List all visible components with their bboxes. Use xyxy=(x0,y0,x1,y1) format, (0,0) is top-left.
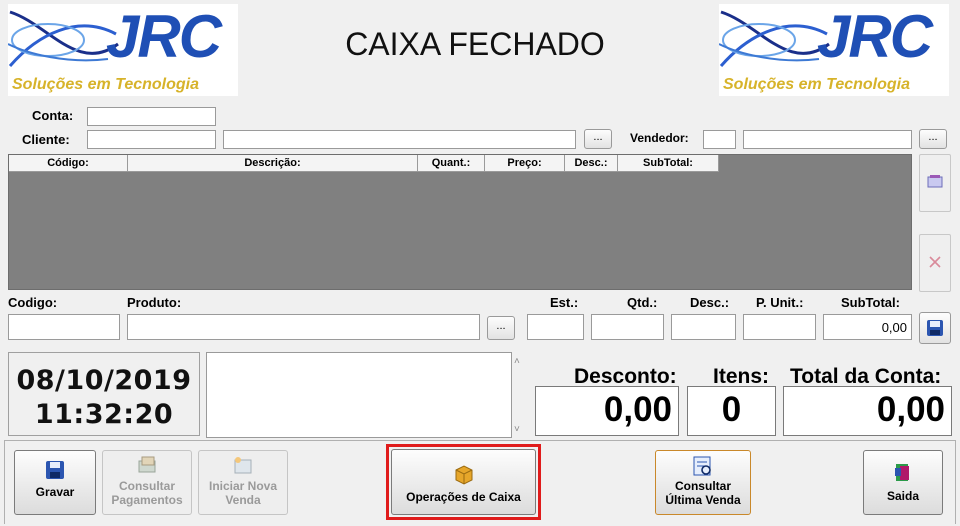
close-icon xyxy=(929,256,941,268)
cliente-lookup-button[interactable]: ... xyxy=(584,129,612,149)
col-codigo[interactable]: Código: xyxy=(9,155,128,172)
consultar-pagamentos-label-1: Consultar xyxy=(118,479,175,493)
subtotal-label: SubTotal: xyxy=(841,295,900,310)
qtd-input[interactable] xyxy=(591,314,664,340)
subtotal-input[interactable]: 0,00 xyxy=(823,314,912,340)
cliente-code-input[interactable] xyxy=(87,130,216,149)
save-item-button[interactable] xyxy=(919,312,951,344)
produto-label: Produto: xyxy=(127,295,182,310)
itens-value: 0 xyxy=(687,386,776,436)
vendedor-name-input[interactable] xyxy=(743,130,912,149)
gravar-label: Gravar xyxy=(35,485,75,499)
consultar-ultima-venda-button[interactable]: Consultar Última Venda xyxy=(655,450,751,515)
qtd-label: Qtd.: xyxy=(627,295,658,310)
saida-button[interactable]: Saida xyxy=(863,450,943,515)
gravar-button[interactable]: Gravar xyxy=(14,450,96,515)
produto-input[interactable] xyxy=(127,314,480,340)
cliente-label: Cliente: xyxy=(22,132,70,147)
payments-icon xyxy=(138,456,156,473)
cashier-status-title: CAIXA FECHADO xyxy=(345,26,605,62)
datetime-panel: 08/10/2019 11:32:20 xyxy=(8,352,200,436)
punit-input[interactable] xyxy=(743,314,816,340)
scroll-up-icon[interactable]: ˄ xyxy=(514,356,520,367)
estoque-label: Est.: xyxy=(550,295,579,310)
vendedor-label: Vendedor: xyxy=(630,131,689,145)
remove-item-button[interactable] xyxy=(919,234,951,292)
col-descricao[interactable]: Descrição: xyxy=(128,155,418,172)
logo-brand: JRC xyxy=(817,4,933,70)
floppy-icon xyxy=(46,461,64,479)
current-time: 11:32:20 xyxy=(34,399,174,430)
edit-icon xyxy=(927,175,943,188)
new-sale-icon xyxy=(234,457,252,474)
produto-lookup-button[interactable]: ... xyxy=(487,316,515,340)
ultima-venda-label-1: Consultar xyxy=(674,479,731,493)
iniciar-label-2: Venda xyxy=(225,493,261,507)
col-desc[interactable]: Desc.: xyxy=(565,155,618,172)
highlight-frame xyxy=(386,444,541,520)
ultima-venda-label-2: Última Venda xyxy=(665,493,741,507)
conta-label: Conta: xyxy=(32,108,74,123)
items-grid[interactable]: Código: Descrição: Quant.: Preço: Desc.:… xyxy=(8,154,912,290)
col-subtotal[interactable]: SubTotal: xyxy=(618,155,719,172)
search-document-icon xyxy=(693,456,711,476)
floppy-icon xyxy=(927,320,943,336)
vendedor-lookup-button[interactable]: ... xyxy=(919,129,947,149)
estoque-input[interactable] xyxy=(527,314,584,340)
col-quant[interactable]: Quant.: xyxy=(418,155,485,172)
edit-item-button[interactable] xyxy=(919,154,951,212)
company-logo-right: JRC Soluções em Tecnologia xyxy=(719,4,949,96)
total-value: 0,00 xyxy=(783,386,952,436)
desc-label: Desc.: xyxy=(690,295,730,310)
iniciar-nova-venda-button[interactable]: Iniciar Nova Venda xyxy=(198,450,288,515)
logo-brand: JRC xyxy=(106,4,222,70)
conta-input[interactable] xyxy=(87,107,216,126)
codigo-label: Codigo: xyxy=(8,295,58,310)
scroll-down-icon[interactable]: ˅ xyxy=(514,424,520,435)
col-preco[interactable]: Preço: xyxy=(485,155,565,172)
cliente-name-input[interactable] xyxy=(223,130,576,149)
consultar-pagamentos-label-2: Pagamentos xyxy=(111,493,183,507)
codigo-input[interactable] xyxy=(8,314,120,340)
desconto-value: 0,00 xyxy=(535,386,679,436)
exit-door-icon xyxy=(895,464,909,481)
company-logo-left: JRC Soluções em Tecnologia xyxy=(8,4,238,96)
desc-input[interactable] xyxy=(671,314,736,340)
current-date: 08/10/2019 xyxy=(16,365,192,396)
logo-tagline: Soluções em Tecnologia xyxy=(12,76,200,93)
notes-memo[interactable] xyxy=(206,352,512,438)
iniciar-label-1: Iniciar Nova xyxy=(208,479,278,493)
consultar-pagamentos-button[interactable]: Consultar Pagamentos xyxy=(102,450,192,515)
punit-label: P. Unit.: xyxy=(756,295,804,310)
saida-label: Saida xyxy=(886,489,919,503)
logo-tagline: Soluções em Tecnologia xyxy=(723,76,911,93)
grid-header: Código: Descrição: Quant.: Preço: Desc.:… xyxy=(9,155,719,172)
vendedor-code-input[interactable] xyxy=(703,130,736,149)
